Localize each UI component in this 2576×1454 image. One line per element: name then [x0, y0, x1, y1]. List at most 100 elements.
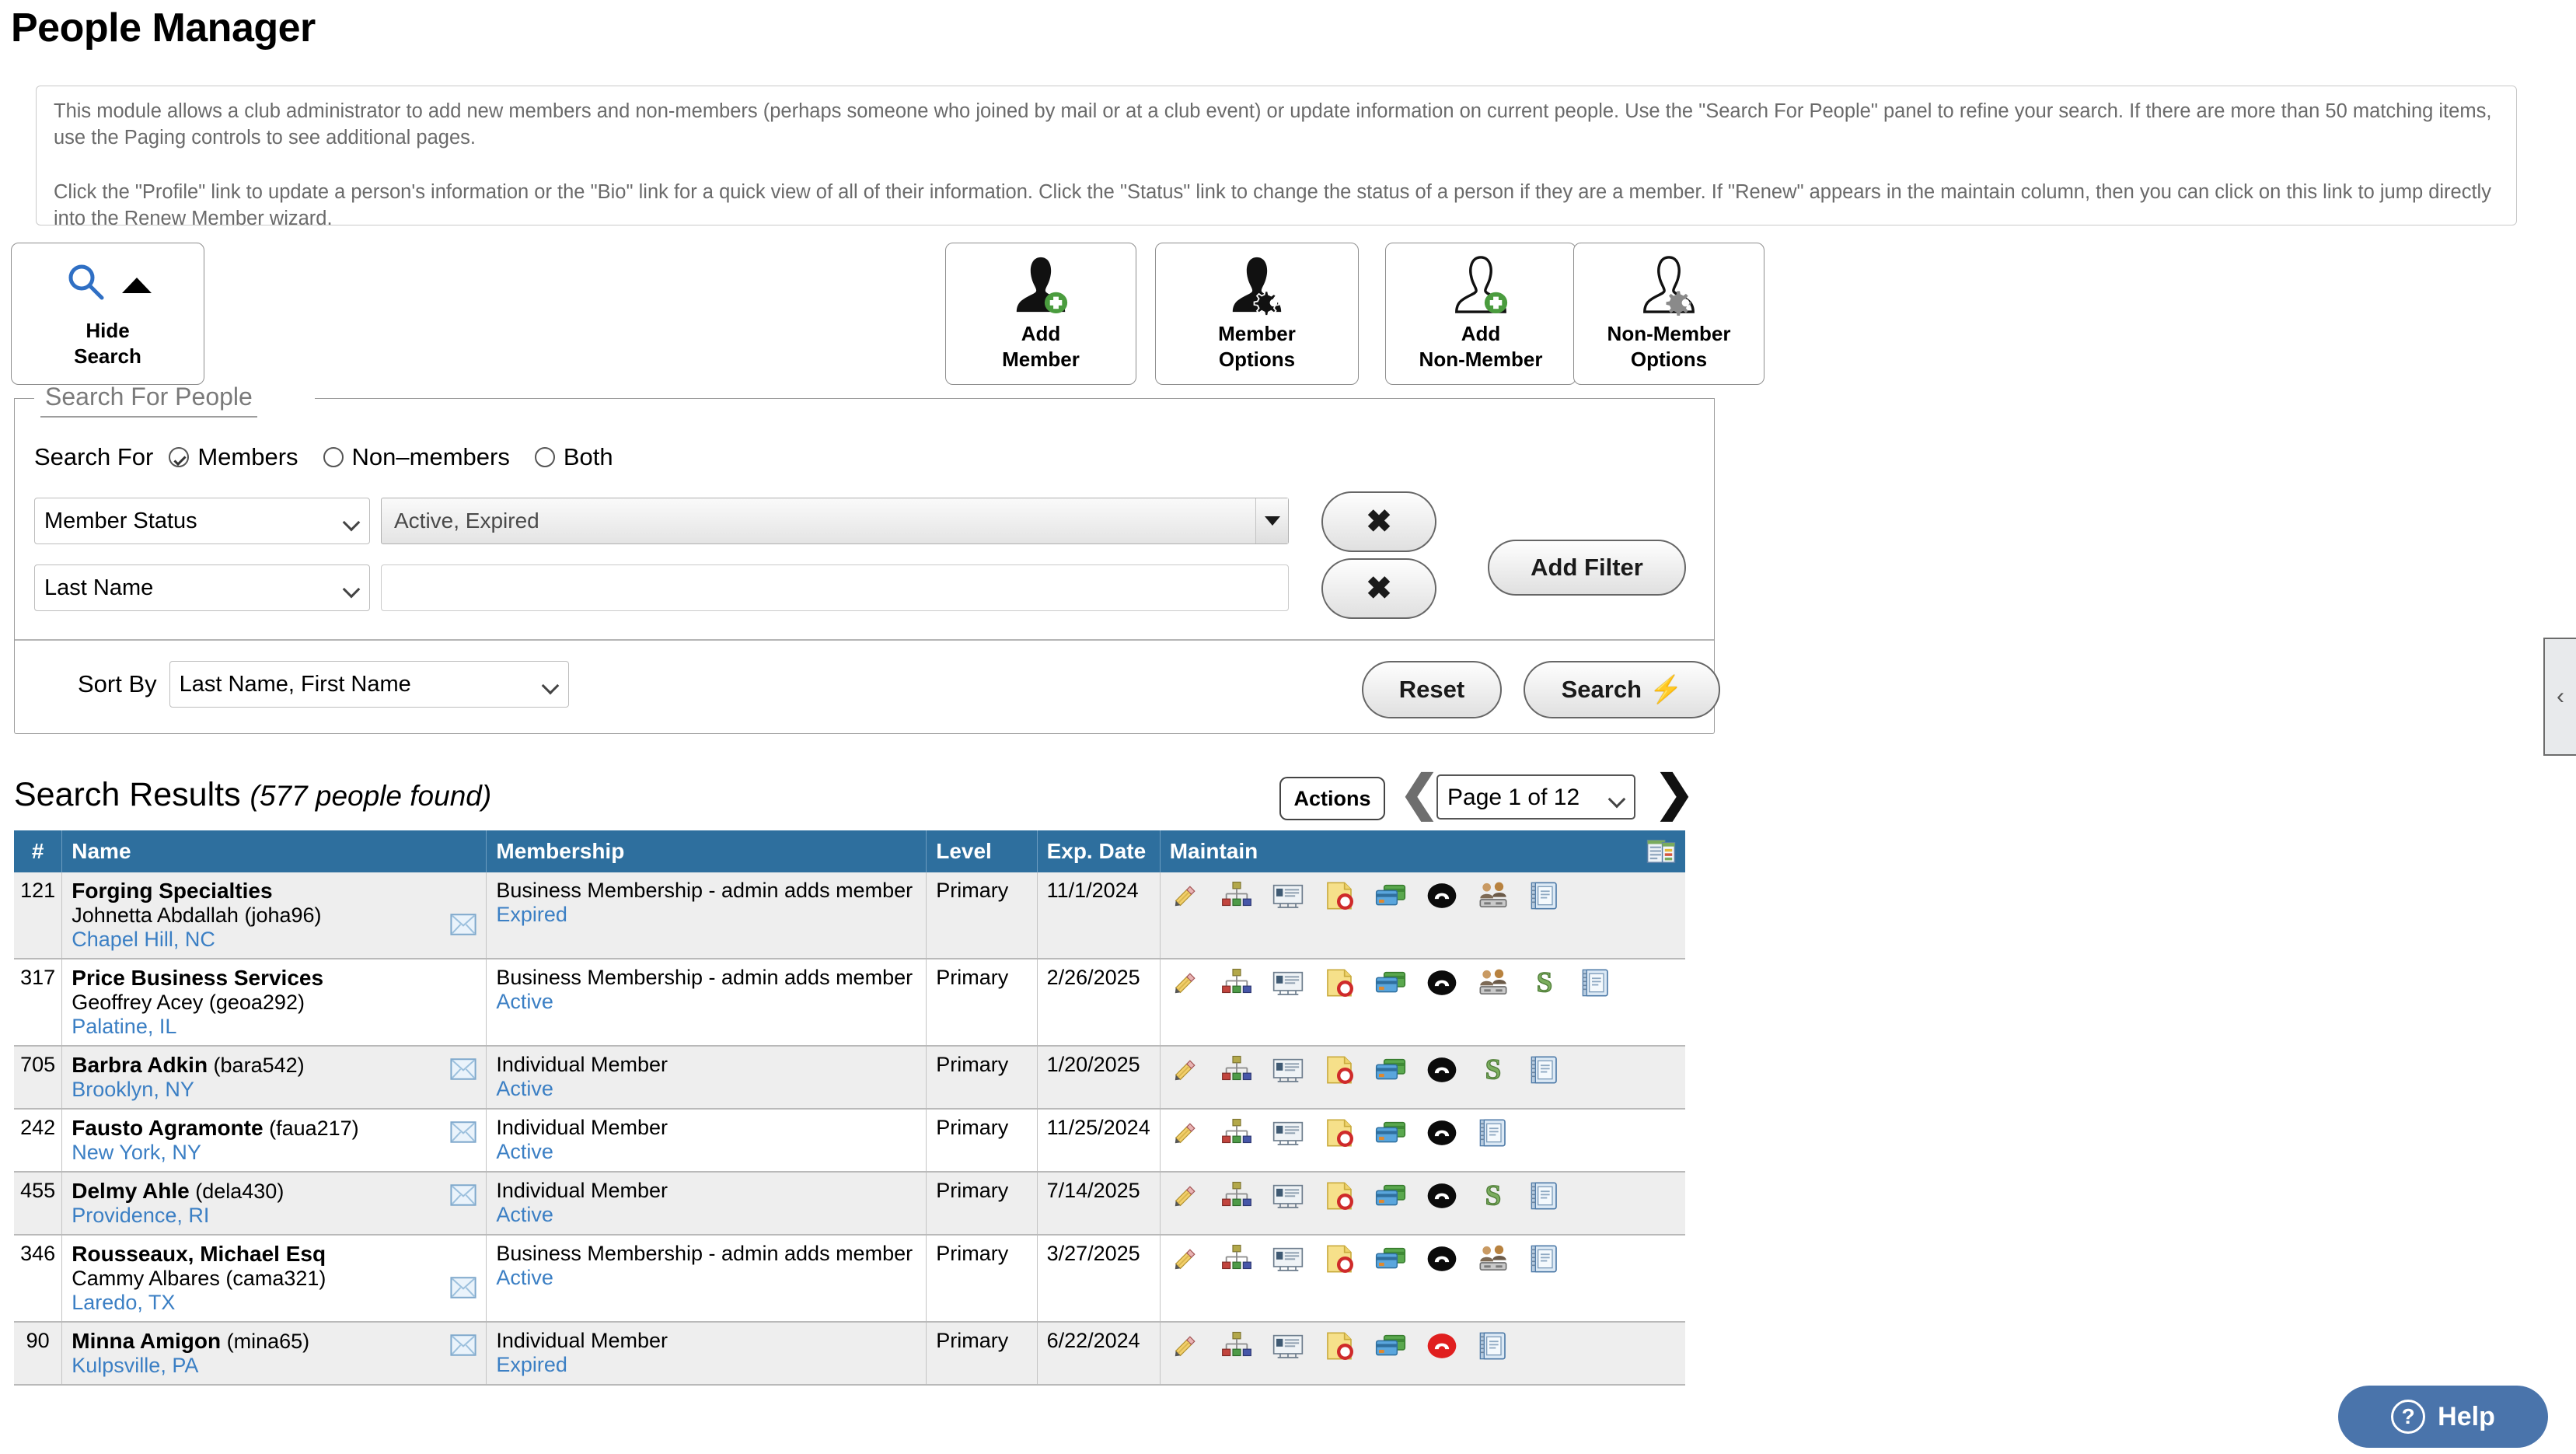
note-icon[interactable] [1324, 1054, 1355, 1091]
name-primary[interactable]: Forging Specialties [72, 879, 321, 904]
remove-filter-2-button[interactable]: ✖ [1321, 558, 1436, 619]
cards-icon[interactable] [1375, 1117, 1406, 1154]
dollar-icon[interactable]: S [1478, 1053, 1509, 1091]
filter-field-select-2[interactable]: Last Name [34, 564, 370, 611]
address-book-icon[interactable] [1529, 880, 1560, 917]
people-link-icon[interactable] [1478, 880, 1509, 917]
sitemap-icon[interactable] [1221, 1117, 1252, 1154]
hide-search-button[interactable]: Hide Search [11, 243, 204, 385]
pencil-icon[interactable] [1170, 967, 1201, 1004]
next-page-icon[interactable]: ❯ [1654, 770, 1695, 818]
radio-non-members-icon[interactable] [323, 447, 344, 467]
address-book-icon[interactable] [1529, 1243, 1560, 1280]
page-select[interactable]: Page 1 of 12 [1436, 774, 1635, 820]
address-book-icon[interactable] [1529, 1054, 1560, 1091]
dollar-icon[interactable]: S [1529, 966, 1560, 1004]
phone-black-icon[interactable] [1426, 880, 1457, 917]
member-status-multiselect[interactable]: Active, Expired [381, 498, 1289, 544]
radio-option-non-members[interactable]: Non–members [323, 443, 510, 471]
radio-both-icon[interactable] [534, 447, 555, 467]
email-icon[interactable] [450, 1242, 476, 1305]
namecard-icon[interactable] [1272, 967, 1304, 1004]
status-link[interactable]: Active [496, 1140, 916, 1164]
sitemap-icon[interactable] [1221, 1330, 1252, 1367]
column-header-exp-date[interactable]: Exp. Date [1037, 830, 1161, 872]
add-non-member-button[interactable]: Add Non-Member [1385, 243, 1576, 385]
phone-red-icon[interactable] [1426, 1330, 1457, 1367]
sort-by-select[interactable]: Last Name, First Name [169, 661, 569, 708]
namecard-icon[interactable] [1272, 1243, 1304, 1280]
help-button[interactable]: ? Help [2338, 1386, 2548, 1448]
phone-black-icon[interactable] [1426, 1180, 1457, 1217]
pencil-icon[interactable] [1170, 1180, 1201, 1217]
add-member-button[interactable]: Add Member [945, 243, 1136, 385]
column-header-name[interactable]: Name [61, 830, 487, 872]
non-member-options-button[interactable]: Non-Member Options [1573, 243, 1764, 385]
note-icon[interactable] [1324, 1117, 1355, 1154]
name-location[interactable]: Palatine, IL [72, 1015, 323, 1039]
namecard-icon[interactable] [1272, 1330, 1304, 1367]
namecard-icon[interactable] [1272, 880, 1304, 917]
cards-icon[interactable] [1375, 1243, 1406, 1280]
cards-icon[interactable] [1375, 1180, 1406, 1217]
email-icon[interactable] [450, 1053, 476, 1086]
cards-icon[interactable] [1375, 880, 1406, 917]
name-primary[interactable]: Barbra Adkin (bara542) [72, 1053, 304, 1078]
name-location[interactable]: Kulpsville, PA [72, 1354, 309, 1378]
radio-members-icon[interactable] [169, 447, 190, 467]
cards-icon[interactable] [1375, 1054, 1406, 1091]
address-book-icon[interactable] [1529, 1180, 1560, 1217]
sitemap-icon[interactable] [1221, 1243, 1252, 1280]
pencil-icon[interactable] [1170, 1330, 1201, 1367]
phone-black-icon[interactable] [1426, 1117, 1457, 1154]
reset-button[interactable]: Reset [1362, 661, 1502, 718]
status-link[interactable]: Expired [496, 1353, 916, 1377]
name-primary[interactable]: Minna Amigon (mina65) [72, 1329, 309, 1354]
cards-icon[interactable] [1375, 1330, 1406, 1367]
name-primary[interactable]: Price Business Services [72, 966, 323, 991]
phone-black-icon[interactable] [1426, 1243, 1457, 1280]
name-primary[interactable]: Fausto Agramonte (faua217) [72, 1116, 358, 1141]
column-header-maintain[interactable]: Maintain [1160, 830, 1685, 872]
previous-page-icon[interactable]: ❮ [1399, 770, 1440, 818]
phone-black-icon[interactable] [1426, 967, 1457, 1004]
email-icon[interactable] [450, 1179, 476, 1212]
pencil-icon[interactable] [1170, 1243, 1201, 1280]
status-link[interactable]: Active [496, 1077, 916, 1101]
namecard-icon[interactable] [1272, 1180, 1304, 1217]
member-status-dropdown-arrow[interactable] [1255, 498, 1288, 544]
note-icon[interactable] [1324, 967, 1355, 1004]
sitemap-icon[interactable] [1221, 880, 1252, 917]
address-book-icon[interactable] [1478, 1330, 1509, 1367]
sitemap-icon[interactable] [1221, 1180, 1252, 1217]
status-link[interactable]: Expired [496, 903, 916, 927]
panel-collapse-tab[interactable]: ‹ [2543, 638, 2576, 756]
name-location[interactable]: New York, NY [72, 1141, 358, 1165]
sitemap-icon[interactable] [1221, 1054, 1252, 1091]
phone-black-icon[interactable] [1426, 1054, 1457, 1091]
last-name-input[interactable] [381, 564, 1289, 611]
member-options-button[interactable]: Member Options [1155, 243, 1359, 385]
name-location[interactable]: Chapel Hill, NC [72, 928, 321, 952]
name-primary[interactable]: Rousseaux, Michael Esq [72, 1242, 326, 1267]
remove-filter-1-button[interactable]: ✖ [1321, 491, 1436, 552]
filter-field-select-1[interactable]: Member Status [34, 498, 370, 544]
column-header-level[interactable]: Level [926, 830, 1038, 872]
actions-button[interactable]: Actions [1279, 777, 1385, 820]
pencil-icon[interactable] [1170, 1054, 1201, 1091]
email-icon[interactable] [450, 879, 476, 942]
note-icon[interactable] [1324, 1243, 1355, 1280]
radio-option-members[interactable]: Members [169, 443, 298, 471]
name-primary[interactable]: Delmy Ahle (dela430) [72, 1179, 284, 1204]
column-header-num[interactable]: # [14, 830, 63, 872]
address-book-icon[interactable] [1580, 967, 1611, 1004]
namecard-icon[interactable] [1272, 1054, 1304, 1091]
status-link[interactable]: Active [496, 1203, 916, 1227]
email-icon[interactable] [450, 1116, 476, 1149]
search-button[interactable]: Search ⚡ [1524, 661, 1720, 718]
cards-icon[interactable] [1375, 967, 1406, 1004]
pencil-icon[interactable] [1170, 1117, 1201, 1154]
status-link[interactable]: Active [496, 990, 916, 1014]
address-book-icon[interactable] [1478, 1117, 1509, 1154]
pencil-icon[interactable] [1170, 880, 1201, 917]
